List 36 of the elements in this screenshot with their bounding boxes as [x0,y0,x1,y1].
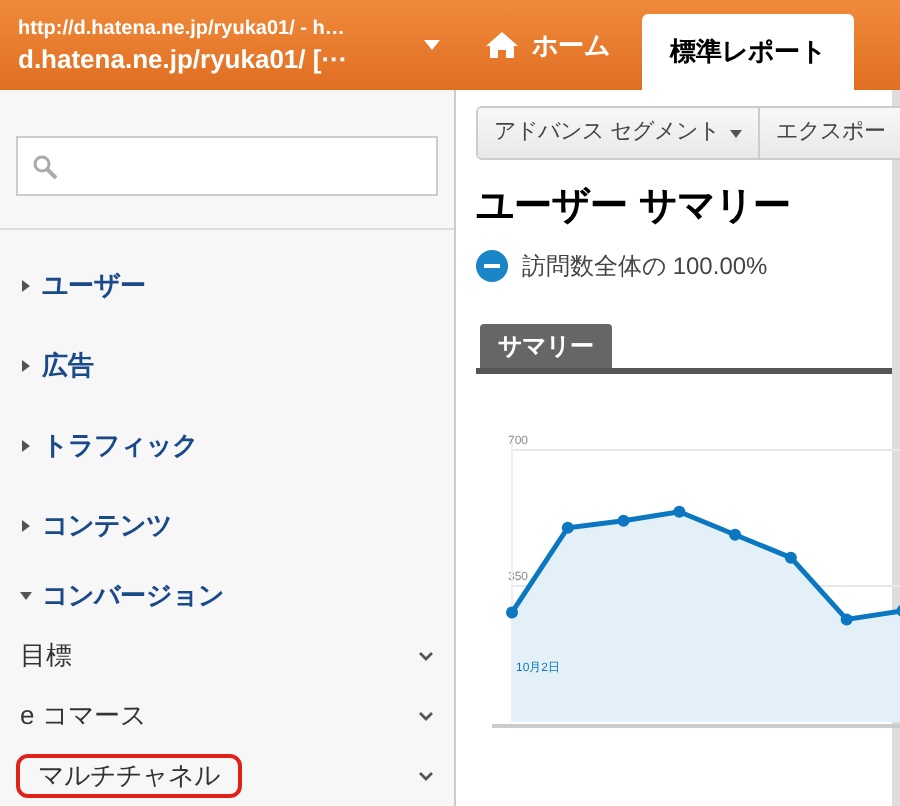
caret-right-icon [20,280,32,292]
caret-down-icon [424,40,440,50]
nav-item[interactable]: トラフィック [0,406,454,486]
nav-subitem[interactable]: e コマース [0,686,454,746]
data-point [784,551,797,564]
nav-subitem[interactable]: マルチチャネル [0,746,454,806]
account-name: d.hatena.ne.jp/ryuka01/ [··· [18,41,350,75]
data-point [673,505,686,518]
nav-item[interactable]: 広告 [0,326,454,406]
nav-item[interactable]: コンバージョン [0,566,454,626]
data-point [561,521,574,534]
caret-right-icon [20,360,32,372]
data-point [506,606,518,619]
summary-tab[interactable]: サマリー [480,324,612,368]
caret-down-icon [20,590,32,602]
nav-subitem[interactable]: 目標 [0,626,454,686]
chevron-down-icon [418,651,434,661]
house-icon [484,30,520,60]
segment-dropdown[interactable]: アドバンス セグメント [478,108,761,158]
search-field[interactable] [16,136,438,196]
data-point [840,613,853,626]
data-point [617,514,630,527]
search-icon [32,153,58,179]
nav-item[interactable]: ユーザー [0,246,454,326]
caret-right-icon [20,520,32,532]
chevron-down-icon [418,711,434,721]
export-button[interactable]: エクスポー [760,108,900,158]
chevron-down-icon [418,771,434,781]
page-title: ユーザー サマリー [476,184,793,232]
caret-right-icon [20,440,32,452]
account-url: http://d.hatena.ne.jp/ryuka01/ - h… [18,15,347,41]
report-tab[interactable]: 標準レポート [642,14,854,90]
nav-item[interactable]: コンテンツ [0,486,454,566]
data-point [729,528,742,541]
caret-down-icon [730,129,743,137]
segment-label: 訪問数全体の 100.00% [522,250,768,284]
